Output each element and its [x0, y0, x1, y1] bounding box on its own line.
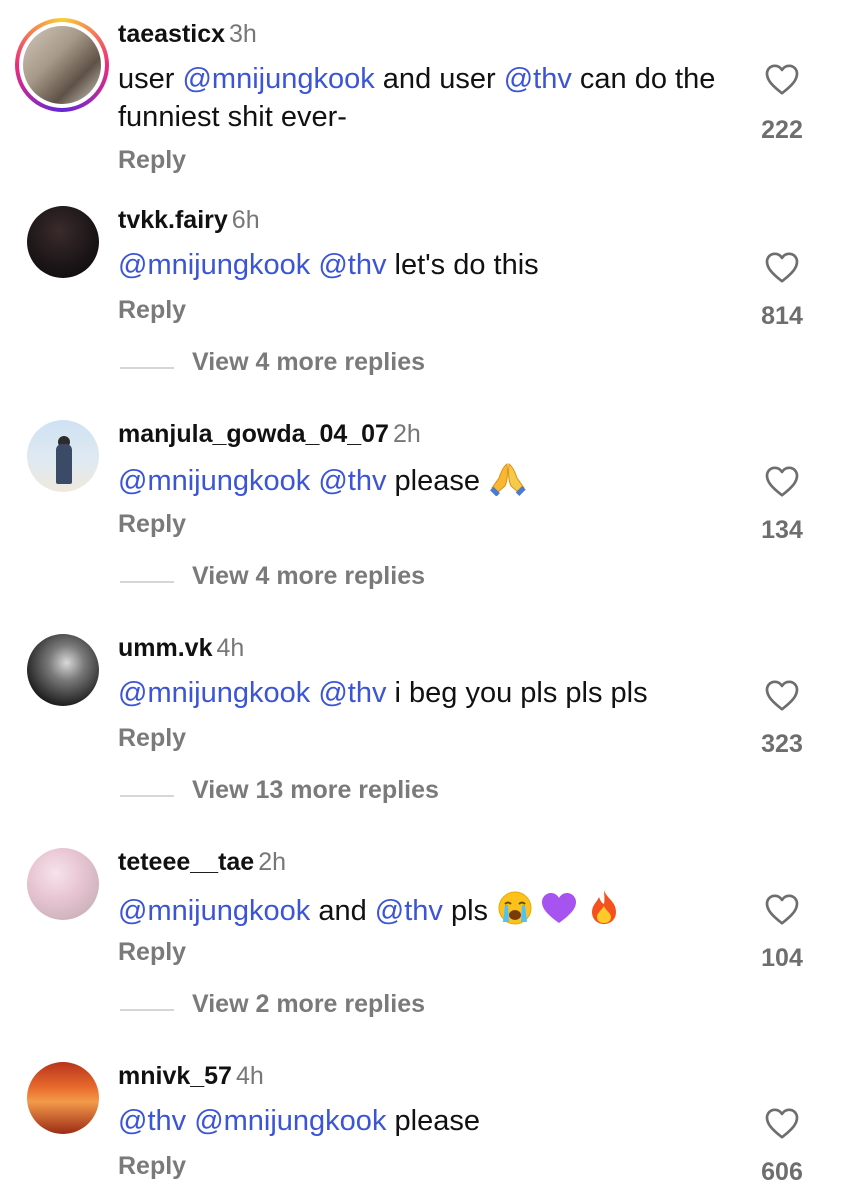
- mention-link[interactable]: @mnijungkook: [118, 677, 310, 709]
- view-more-replies[interactable]: View 4 more replies: [118, 348, 618, 388]
- comment-text: user @mnijungkook and user @thv can do t…: [118, 63, 716, 133]
- mention-link[interactable]: @thv: [318, 465, 386, 497]
- mention-link[interactable]: @thv: [318, 249, 386, 281]
- heart-icon[interactable]: [764, 62, 800, 96]
- comment-time: 4h: [235, 1062, 264, 1090]
- heart-icon[interactable]: [764, 250, 800, 284]
- divider: [120, 581, 174, 583]
- comment-time: 2h: [258, 848, 287, 876]
- divider: [120, 1009, 174, 1011]
- reply-button[interactable]: Reply: [118, 146, 186, 175]
- comment-time: 4h: [216, 634, 245, 662]
- divider: [120, 795, 174, 797]
- view-more-replies[interactable]: View 2 more replies: [118, 990, 618, 1030]
- comment-username[interactable]: manjula_gowda_04_07 2h: [118, 420, 421, 449]
- avatar[interactable]: [15, 18, 109, 112]
- reply-button[interactable]: Reply: [118, 938, 186, 967]
- mention-link[interactable]: @mnijungkook: [118, 249, 310, 281]
- like-count: 222: [761, 116, 803, 144]
- mention-link[interactable]: @mnijungkook: [118, 465, 310, 497]
- avatar[interactable]: [27, 1062, 99, 1134]
- view-more-replies[interactable]: View 4 more replies: [118, 562, 618, 602]
- pray-emoji-icon: [490, 463, 526, 496]
- heart-icon[interactable]: [764, 1106, 800, 1140]
- avatar[interactable]: [27, 848, 99, 920]
- view-more-label: View 13 more replies: [192, 776, 439, 804]
- like-count: 323: [761, 730, 803, 758]
- crying-face-icon: [498, 891, 532, 925]
- comment-text: @mnijungkook @thv please: [118, 460, 728, 500]
- like-count: 606: [761, 1158, 803, 1186]
- comment-username[interactable]: umm.vk 4h: [118, 634, 244, 663]
- view-more-replies[interactable]: View 13 more replies: [118, 776, 618, 816]
- like-count: 104: [761, 944, 803, 972]
- heart-icon[interactable]: [764, 678, 800, 712]
- comment-text: @thv @mnijungkook please: [118, 1105, 480, 1137]
- comment-time: 3h: [229, 20, 257, 48]
- fire-icon: [592, 890, 617, 924]
- view-more-label: View 2 more replies: [192, 990, 425, 1018]
- avatar[interactable]: [27, 206, 99, 278]
- mention-link[interactable]: @mnijungkook: [194, 1105, 386, 1137]
- comment-text: @mnijungkook and @thv pls: [118, 888, 728, 930]
- view-more-label: View 4 more replies: [192, 562, 425, 590]
- view-more-label: View 4 more replies: [192, 348, 425, 376]
- heart-icon[interactable]: [764, 464, 800, 498]
- comment-time: 6h: [231, 206, 260, 234]
- comment-username[interactable]: taeasticx 3h: [118, 20, 257, 49]
- reply-button[interactable]: Reply: [118, 510, 186, 539]
- mention-link[interactable]: @thv: [375, 895, 443, 927]
- mention-link[interactable]: @thv: [504, 63, 572, 95]
- avatar[interactable]: [27, 634, 99, 706]
- avatar[interactable]: [27, 420, 99, 492]
- mention-link[interactable]: @thv: [318, 677, 386, 709]
- divider: [120, 367, 174, 369]
- reply-button[interactable]: Reply: [118, 1152, 186, 1181]
- comment-username[interactable]: tvkk.fairy 6h: [118, 206, 260, 235]
- comment-username[interactable]: teteee__tae 2h: [118, 848, 286, 877]
- reply-button[interactable]: Reply: [118, 724, 186, 753]
- mention-link[interactable]: @mnijungkook: [118, 895, 310, 927]
- purple-heart-icon: [542, 893, 577, 923]
- mention-link[interactable]: @thv: [118, 1105, 186, 1137]
- reply-button[interactable]: Reply: [118, 296, 186, 325]
- comment-time: 2h: [392, 420, 421, 448]
- comment-text: @mnijungkook @thv i beg you pls pls pls: [118, 677, 648, 709]
- comment-username[interactable]: mnivk_57 4h: [118, 1062, 264, 1091]
- comment-text: @mnijungkook @thv let's do this: [118, 249, 539, 281]
- like-count: 814: [761, 302, 803, 330]
- mention-link[interactable]: @mnijungkook: [182, 63, 374, 95]
- heart-icon[interactable]: [764, 892, 800, 926]
- like-count: 134: [761, 516, 803, 544]
